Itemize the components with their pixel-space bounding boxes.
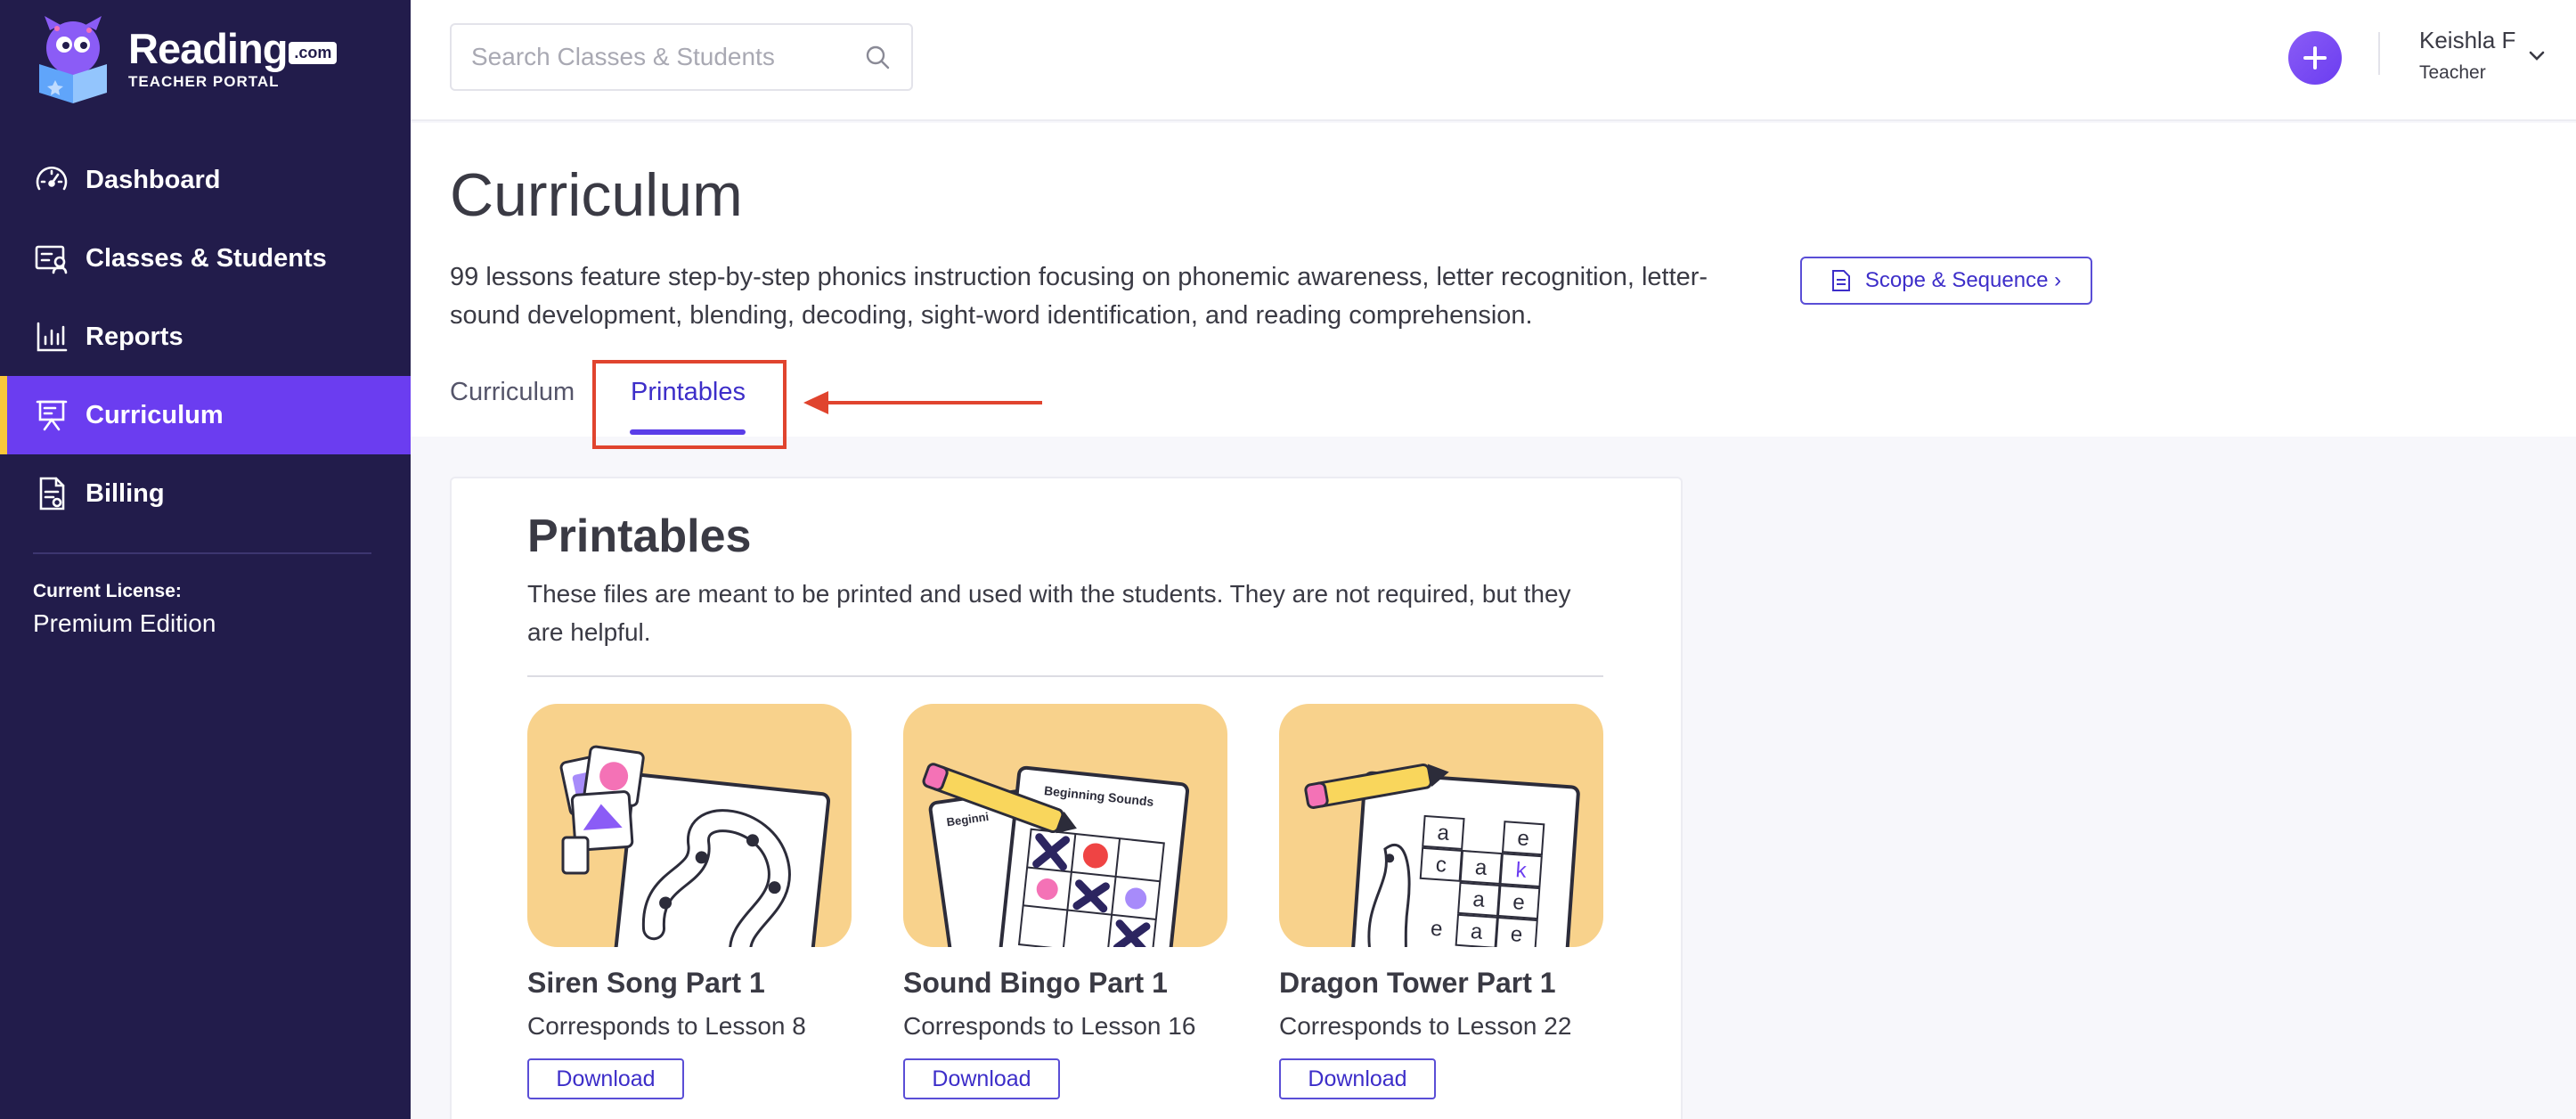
printables-title: Printables bbox=[527, 510, 752, 562]
gauge-icon bbox=[36, 166, 68, 191]
add-button[interactable] bbox=[2288, 31, 2342, 85]
svg-text:e: e bbox=[1430, 917, 1443, 942]
brand-subtitle: TEACHER PORTAL bbox=[128, 72, 280, 90]
page-description: 99 lessons feature step-by-step phonics … bbox=[450, 263, 1708, 330]
user-role: Teacher bbox=[2419, 62, 2486, 83]
printable-item-dragon-tower: a e c a k e a e a e Dragon Tower Part 1 … bbox=[1279, 704, 1603, 1099]
document-icon bbox=[1831, 270, 1850, 291]
user-name[interactable]: Keishla F bbox=[2419, 27, 2515, 54]
printable-subtitle: Corresponds to Lesson 8 bbox=[527, 1012, 806, 1040]
sidebar-item-label: Classes & Students bbox=[86, 243, 327, 273]
sidebar-item-label: Billing bbox=[86, 478, 165, 508]
license-value: Premium Edition bbox=[33, 609, 216, 637]
svg-text:a: a bbox=[1437, 821, 1451, 845]
bingo-card-illustration: Beginni Beginning Sounds bbox=[922, 763, 1190, 947]
annotation-highlight-box bbox=[592, 360, 787, 449]
sidebar-item-reports[interactable]: Reports bbox=[0, 298, 411, 376]
presentation-icon bbox=[36, 400, 68, 431]
search-placeholder: Search Classes & Students bbox=[471, 43, 775, 70]
sidebar-item-curriculum[interactable]: Curriculum bbox=[0, 376, 411, 454]
sidebar-item-billing[interactable]: Billing bbox=[0, 454, 411, 533]
download-button[interactable]: Download bbox=[1279, 1058, 1436, 1099]
printable-subtitle: Corresponds to Lesson 16 bbox=[903, 1012, 1196, 1040]
bar-chart-icon bbox=[37, 322, 68, 352]
printable-subtitle: Corresponds to Lesson 22 bbox=[1279, 1012, 1572, 1040]
sidebar-item-classes-students[interactable]: Classes & Students bbox=[0, 219, 411, 298]
board-game-illustration bbox=[559, 745, 831, 947]
scope-sequence-label: Scope & Sequence › bbox=[1864, 268, 2062, 292]
sidebar-item-label: Dashboard bbox=[86, 165, 221, 194]
license-label: Current License: bbox=[33, 581, 182, 601]
printable-thumbnail[interactable]: Beginni Beginning Sounds bbox=[903, 704, 1227, 947]
roster-icon bbox=[35, 245, 68, 274]
brand-suffix: .com bbox=[289, 41, 338, 64]
printable-title: Siren Song Part 1 bbox=[527, 967, 765, 999]
download-button[interactable]: Download bbox=[527, 1058, 684, 1099]
printable-title: Sound Bingo Part 1 bbox=[903, 967, 1168, 999]
brand-wordmark: Reading .com TEACHER PORTAL bbox=[128, 24, 338, 91]
svg-text:e: e bbox=[1512, 890, 1526, 915]
sidebar-item-dashboard[interactable]: Dashboard bbox=[0, 141, 411, 219]
brand-logo[interactable]: Reading .com TEACHER PORTAL bbox=[30, 12, 338, 105]
printable-item-sound-bingo: Beginni Beginning Sounds Sound Bingo Par… bbox=[903, 704, 1227, 1099]
annotation-arrow-icon bbox=[803, 391, 1042, 414]
sidebar-item-label: Curriculum bbox=[86, 400, 224, 429]
scope-sequence-button[interactable]: Scope & Sequence › bbox=[1800, 257, 2092, 305]
mascot-icon bbox=[39, 16, 107, 103]
tab-curriculum[interactable]: Curriculum bbox=[450, 378, 575, 407]
sidebar-nav: Dashboard Classes & Students Reports Cur… bbox=[0, 141, 411, 533]
printables-divider bbox=[527, 675, 1603, 677]
svg-text:e: e bbox=[1510, 922, 1523, 947]
invoice-icon bbox=[39, 477, 65, 510]
svg-text:a: a bbox=[1474, 855, 1488, 880]
top-header: Search Classes & Students bbox=[411, 0, 2576, 121]
download-button[interactable]: Download bbox=[903, 1058, 1060, 1099]
dragon-tower-illustration: a e c a k e a e a e bbox=[1304, 763, 1580, 947]
plus-icon bbox=[2303, 46, 2327, 69]
printable-item-siren-song: Siren Song Part 1 Corresponds to Lesson … bbox=[527, 704, 852, 1099]
svg-text:a: a bbox=[1470, 919, 1484, 944]
chevron-down-icon[interactable] bbox=[2525, 45, 2548, 68]
printable-thumbnail[interactable]: a e c a k e a e a e bbox=[1279, 704, 1603, 947]
svg-text:a: a bbox=[1472, 887, 1487, 912]
page-title: Curriculum bbox=[450, 161, 743, 229]
printables-description: These files are meant to be printed and … bbox=[527, 580, 1571, 646]
sidebar-item-label: Reports bbox=[86, 322, 183, 351]
printable-thumbnail[interactable] bbox=[527, 704, 852, 947]
sidebar: Reading .com TEACHER PORTAL Dashboard Cla… bbox=[0, 0, 411, 1119]
svg-text:e: e bbox=[1517, 826, 1530, 851]
search-input[interactable]: Search Classes & Students bbox=[450, 23, 913, 91]
brand-name: Reading bbox=[128, 24, 288, 72]
sidebar-divider bbox=[33, 552, 371, 554]
header-separator bbox=[2378, 32, 2380, 75]
search-icon[interactable] bbox=[863, 43, 892, 71]
svg-text:c: c bbox=[1435, 853, 1447, 878]
printable-title: Dragon Tower Part 1 bbox=[1279, 967, 1556, 999]
